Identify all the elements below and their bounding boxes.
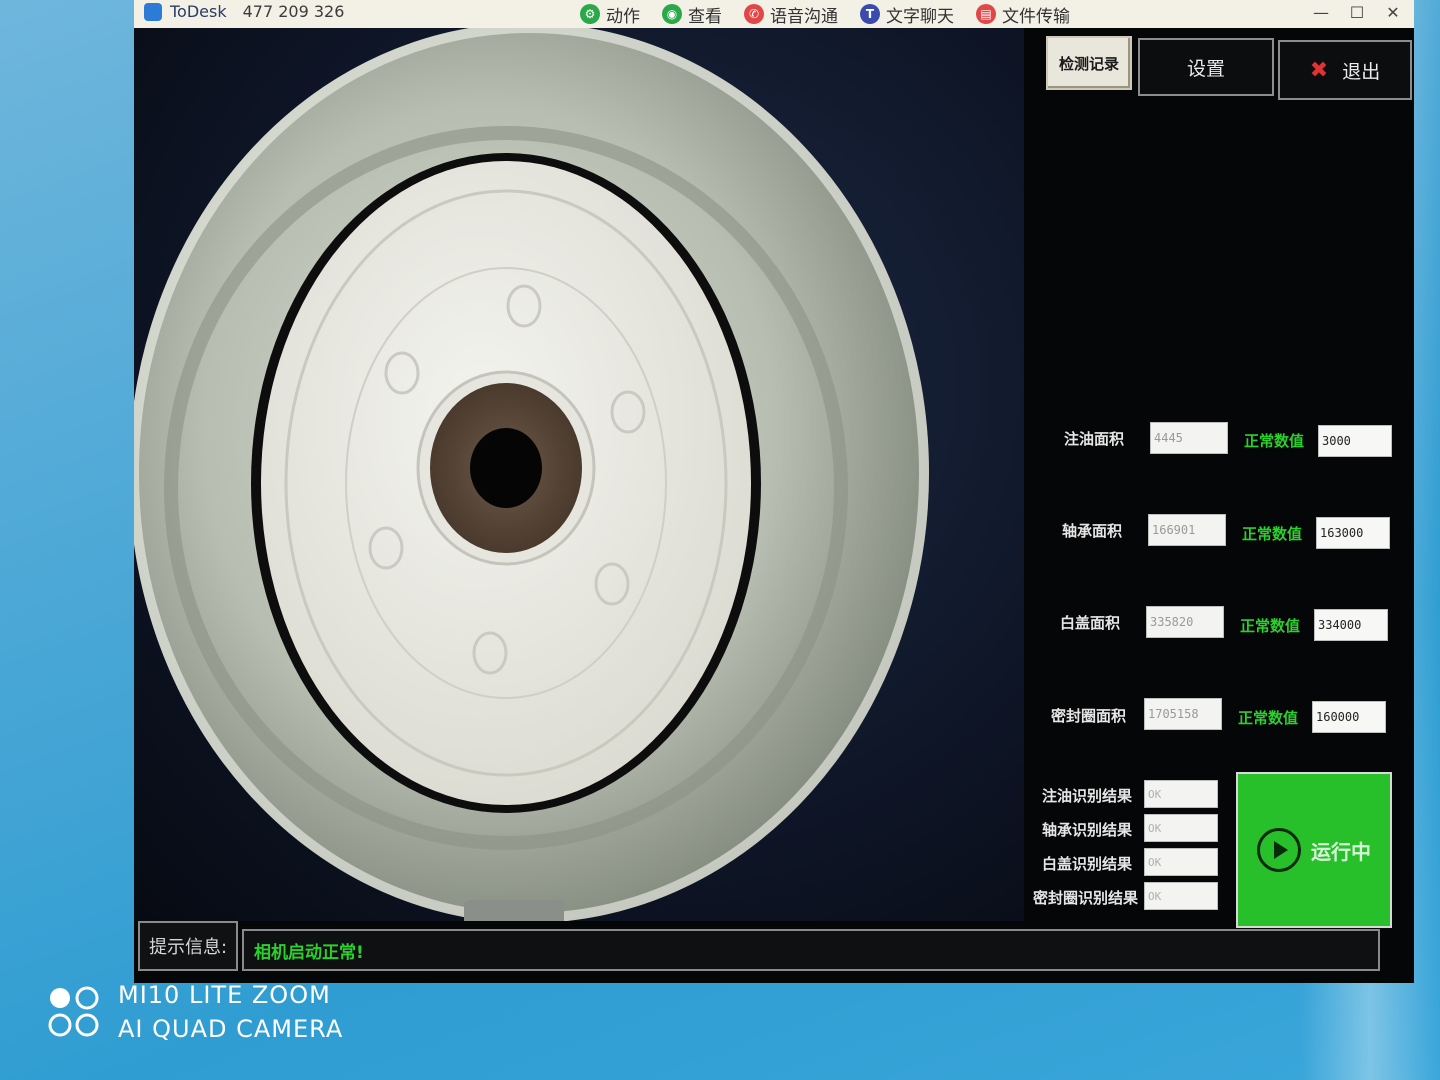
- text-chat-icon: T: [860, 4, 880, 24]
- action-icon: ⚙: [580, 4, 600, 24]
- cap-result-field: OK: [1144, 848, 1218, 876]
- cap-normal-label: 正常数值: [1240, 617, 1301, 635]
- remote-toolbar: ToDesk 477 209 326 ⚙ 动作 ◉ 查看 ✆ 语音沟通 T 文字…: [134, 0, 1414, 29]
- camera-view: [134, 28, 1024, 921]
- exit-label: 退出: [1342, 60, 1381, 83]
- toolbar-actions: ⚙ 动作 ◉ 查看 ✆ 语音沟通 T 文字聊天 ▤ 文件传输: [580, 0, 1070, 28]
- voice-button[interactable]: ✆ 语音沟通: [744, 0, 838, 28]
- cap-normal-field[interactable]: 334000: [1314, 609, 1388, 641]
- camera-image: [134, 28, 929, 921]
- cap-area-label: 白盖面积: [1059, 614, 1120, 632]
- status-label: 提示信息:: [138, 921, 238, 971]
- voice-label: 语音沟通: [770, 6, 838, 27]
- detection-record-button[interactable]: 检测记录: [1046, 36, 1132, 90]
- oil-result-field: OK: [1144, 780, 1218, 808]
- watermark-line2: AI QUAD CAMERA: [118, 1015, 344, 1043]
- view-icon: ◉: [662, 4, 682, 24]
- chat-button[interactable]: T 文字聊天: [860, 0, 954, 28]
- seal-result-field: OK: [1144, 882, 1218, 910]
- minimize-icon[interactable]: —: [1310, 2, 1332, 24]
- oil-area-field: 4445: [1150, 422, 1228, 454]
- seal-area-label: 密封圈面积: [1050, 707, 1126, 725]
- seal-normal-field[interactable]: 160000: [1312, 701, 1386, 733]
- close-icon[interactable]: ✕: [1382, 2, 1404, 24]
- bearing-normal-field[interactable]: 163000: [1316, 517, 1390, 549]
- bearing-normal-label: 正常数值: [1242, 525, 1303, 543]
- oil-normal-field[interactable]: 3000: [1318, 425, 1392, 457]
- view-label: 查看: [688, 6, 722, 27]
- chat-label: 文字聊天: [886, 6, 954, 27]
- cap-result-label: 白盖识别结果: [1041, 855, 1132, 873]
- oil-normal-label: 正常数值: [1244, 432, 1305, 450]
- device-id: 477 209 326: [242, 2, 345, 21]
- phone-icon: ✆: [744, 4, 764, 24]
- play-icon: [1257, 828, 1301, 872]
- camera-watermark: MI10 LITE ZOOM AI QUAD CAMERA: [46, 978, 343, 1046]
- file-transfer-label: 文件传输: [1002, 6, 1070, 27]
- bearing-area-field: 166901: [1148, 514, 1226, 546]
- exit-button[interactable]: ✖ 退出: [1278, 40, 1412, 100]
- bearing-area-label: 轴承面积: [1061, 522, 1122, 540]
- view-button[interactable]: ◉ 查看: [662, 0, 722, 28]
- seal-normal-label: 正常数值: [1238, 709, 1299, 727]
- maximize-icon[interactable]: ☐: [1346, 2, 1368, 24]
- bearing-result-label: 轴承识别结果: [1041, 821, 1132, 839]
- action-label: 动作: [606, 6, 640, 27]
- cap-area-field: 335820: [1146, 606, 1224, 638]
- quad-camera-logo-icon: [48, 986, 99, 1037]
- brand-name: ToDesk: [170, 2, 227, 21]
- inspection-app: 检测记录 设置 ✖ 退出 注油面积 4445 正常数值 3000 轴承面积 16…: [134, 28, 1414, 983]
- oil-result-label: 注油识别结果: [1041, 787, 1132, 805]
- run-button[interactable]: 运行中: [1236, 772, 1392, 928]
- seal-result-label: 密封圈识别结果: [1032, 889, 1138, 907]
- status-message: 相机启动正常!: [242, 929, 1380, 971]
- action-button[interactable]: ⚙ 动作: [580, 0, 640, 28]
- window-controls: — ☐ ✕: [1310, 2, 1404, 24]
- bearing-result-field: OK: [1144, 814, 1218, 842]
- todesk-logo-icon: [144, 2, 162, 21]
- file-icon: ▤: [976, 4, 996, 24]
- settings-button[interactable]: 设置: [1138, 38, 1274, 96]
- run-label: 运行中: [1311, 839, 1371, 864]
- watermark-line1: MI10 LITE ZOOM: [118, 981, 331, 1009]
- watermark-text: MI10 LITE ZOOM AI QUAD CAMERA: [118, 978, 343, 1046]
- close-x-icon: ✖: [1309, 57, 1329, 83]
- file-transfer-button[interactable]: ▤ 文件传输: [976, 0, 1070, 28]
- toolbar-brand: ToDesk 477 209 326: [144, 2, 344, 21]
- seal-area-field: 1705158: [1144, 698, 1222, 730]
- settings-label: 设置: [1186, 57, 1225, 80]
- oil-area-label: 注油面积: [1063, 430, 1124, 448]
